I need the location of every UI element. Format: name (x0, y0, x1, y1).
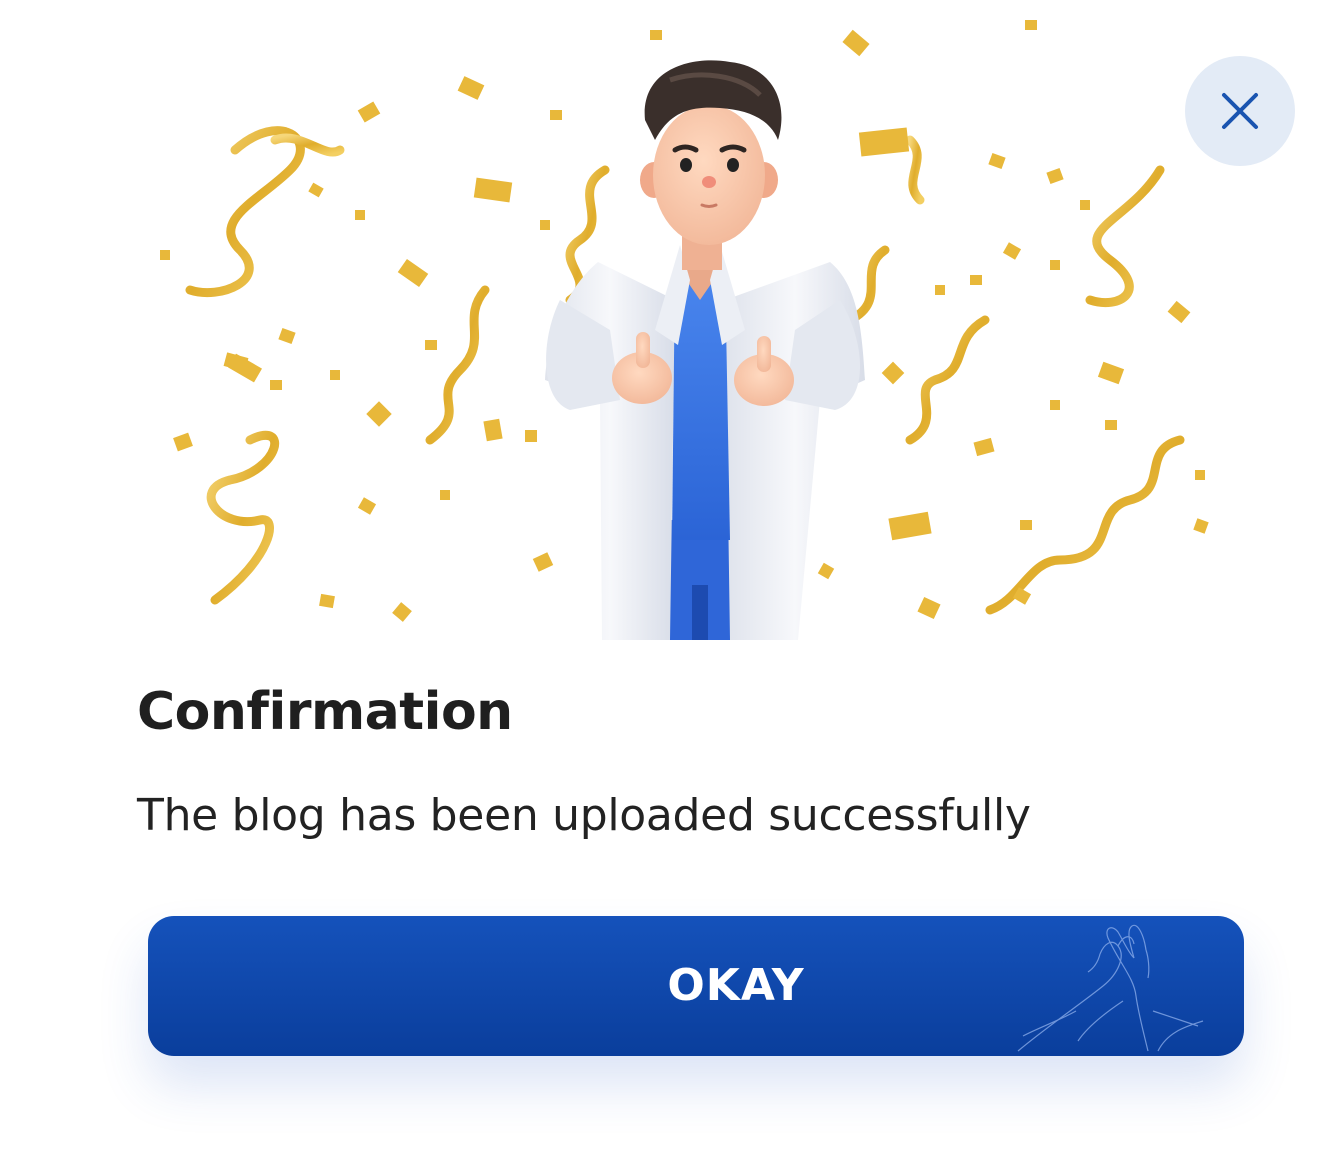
high-five-hands-icon (1017, 924, 1204, 1052)
okay-button[interactable]: OKAY (148, 916, 1244, 1056)
dialog-title: Confirmation (137, 682, 513, 742)
confirmation-dialog: Confirmation The blog has been uploaded … (0, 0, 1340, 1149)
confetti-doctor-image (160, 20, 1209, 640)
dialog-message: The blog has been uploaded successfully (137, 790, 1031, 841)
celebration-illustration (130, 0, 1240, 640)
close-button[interactable] (1185, 56, 1295, 166)
close-icon (1222, 93, 1258, 129)
doctor-figure (545, 60, 865, 640)
